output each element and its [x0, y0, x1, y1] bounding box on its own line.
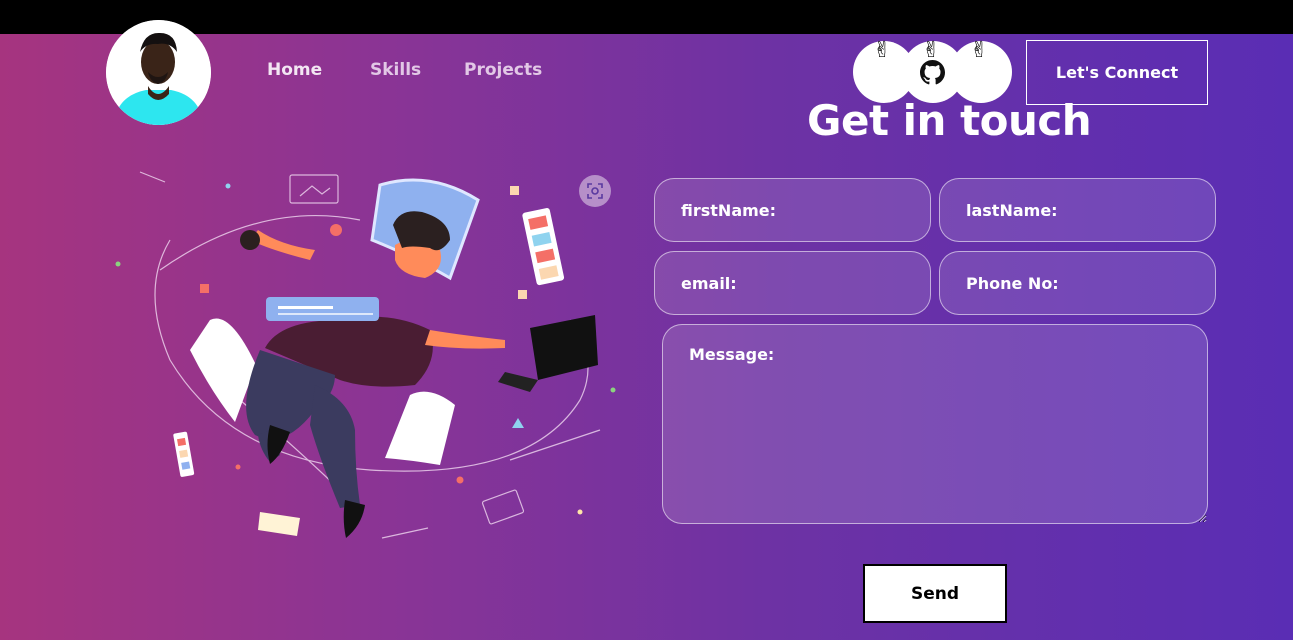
nav-projects-link[interactable]: Projects: [464, 60, 542, 80]
victory-hand-icon: ✌: [970, 38, 989, 63]
avatar-portrait: [106, 20, 211, 125]
victory-hand-icon: ✌: [922, 38, 941, 63]
visual-search-icon[interactable]: [579, 175, 611, 207]
message-textarea[interactable]: [662, 324, 1208, 524]
github-icon: [920, 60, 945, 85]
send-button[interactable]: Send: [863, 564, 1007, 623]
developer-illustration: [115, 171, 616, 539]
contact-title: Get in touch: [807, 96, 1092, 145]
phone-input[interactable]: [939, 251, 1216, 315]
avatar[interactable]: [106, 20, 211, 125]
last-name-input[interactable]: [939, 178, 1216, 242]
scan-icon: [587, 183, 603, 199]
top-bar: [0, 0, 1293, 34]
nav-home-link[interactable]: Home: [267, 60, 322, 80]
first-name-input[interactable]: [654, 178, 931, 242]
nav-skills-link[interactable]: Skills: [370, 60, 421, 80]
email-input[interactable]: [654, 251, 931, 315]
victory-hand-icon: ✌: [873, 38, 892, 63]
